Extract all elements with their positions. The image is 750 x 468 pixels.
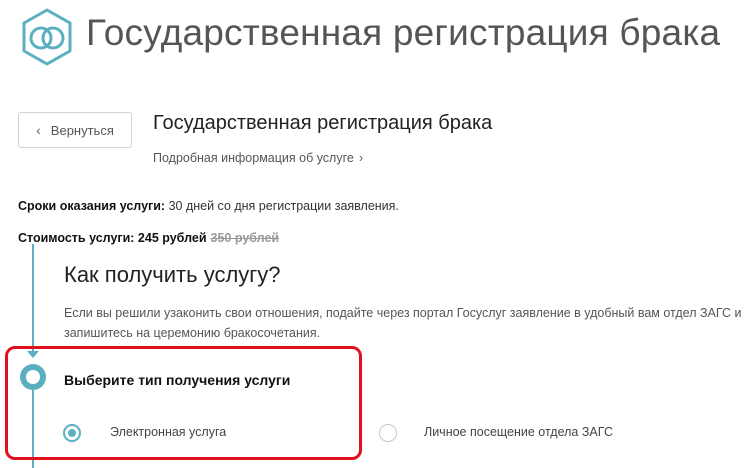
back-button[interactable]: ‹ Вернуться bbox=[18, 112, 132, 148]
back-button-label: Вернуться bbox=[50, 122, 114, 138]
service-title: Государственная регистрация брака bbox=[153, 112, 493, 134]
interlocked-rings-icon bbox=[18, 8, 76, 66]
chevron-left-icon: ‹ bbox=[36, 122, 41, 138]
cost-label: Стоимость услуги: 245 рублей bbox=[18, 231, 207, 245]
radio-personal-visit[interactable] bbox=[379, 424, 397, 442]
page-title: Государственная регистрация брака bbox=[86, 12, 721, 53]
terms-label: Сроки оказания услуги: bbox=[18, 199, 166, 213]
chevron-right-icon: › bbox=[358, 150, 364, 165]
timeline-line-top bbox=[32, 244, 34, 352]
service-terms: Сроки оказания услуги: 30 дней со дня ре… bbox=[18, 199, 399, 213]
service-details-label: Подробная информация об услуге bbox=[153, 151, 354, 165]
terms-value: 30 дней со дня регистрации заявления. bbox=[165, 199, 399, 213]
how-to-get-description: Если вы решили узаконить свои отношения,… bbox=[64, 306, 742, 340]
red-highlight-box bbox=[5, 346, 362, 460]
old-price: 350 рублей bbox=[210, 231, 280, 245]
service-details-link[interactable]: Подробная информация об услуге › bbox=[153, 150, 363, 165]
radio-electronic-service[interactable] bbox=[63, 424, 81, 442]
radio-electronic-service-label[interactable]: Электронная услуга bbox=[110, 425, 226, 439]
choose-type-title: Выберите тип получения услуги bbox=[64, 372, 291, 388]
service-cost: Стоимость услуги: 245 рублей 350 рублей bbox=[18, 231, 279, 245]
radio-personal-visit-label[interactable]: Личное посещение отдела ЗАГС bbox=[424, 425, 613, 439]
how-to-get-title: Как получить услугу? bbox=[64, 262, 281, 287]
